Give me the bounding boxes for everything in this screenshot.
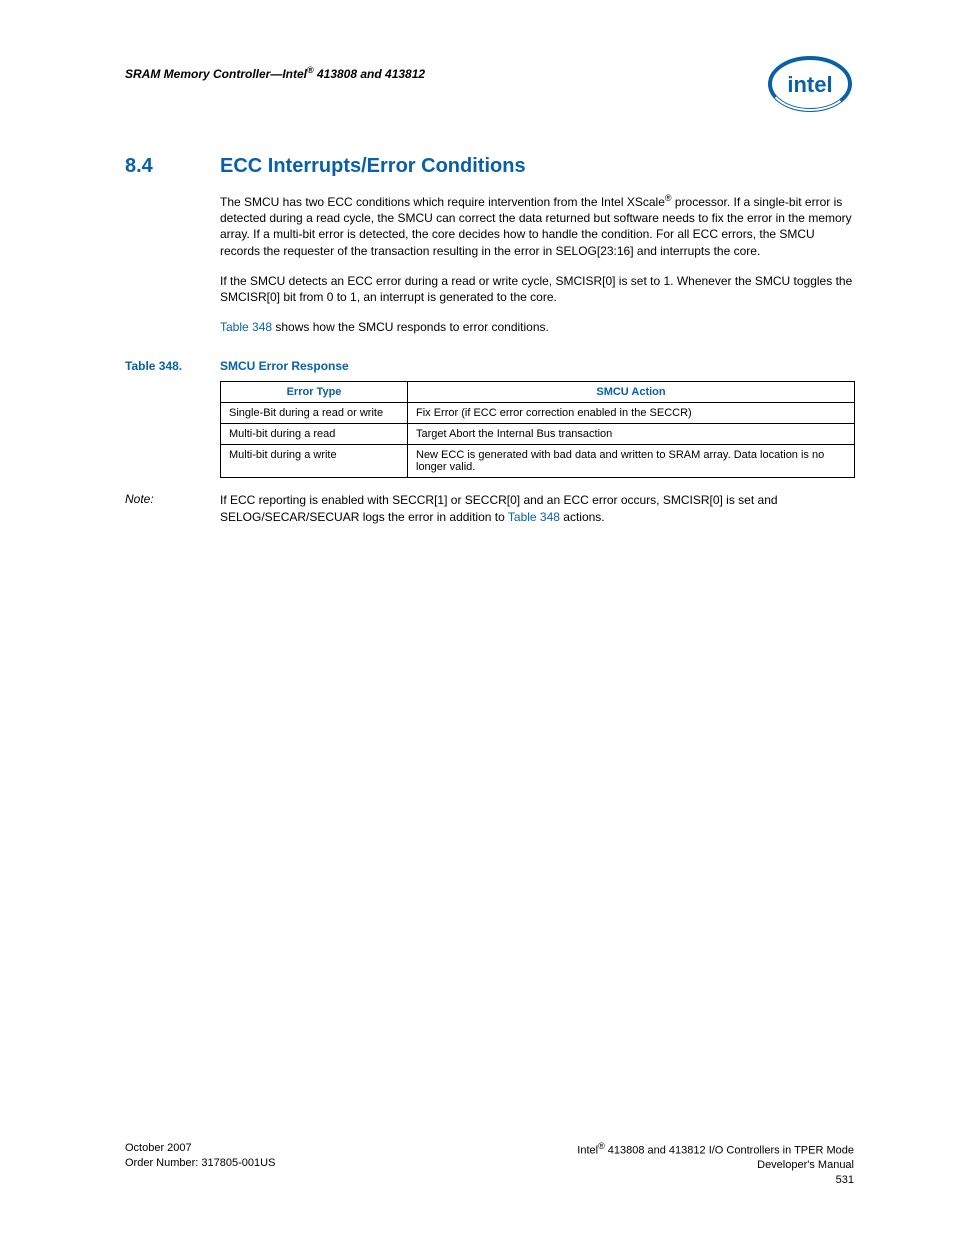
footer-manual-name: Developer's Manual [577,1158,854,1172]
note-body: If ECC reporting is enabled with SECCR[1… [220,492,854,524]
note-text-b: actions. [560,510,605,524]
table-row: Multi-bit during a write New ECC is gene… [221,445,855,478]
note-block: Note: If ECC reporting is enabled with S… [125,492,854,524]
cell-action: New ECC is generated with bad data and w… [408,445,855,478]
footer-doc-title: Intel® 413808 and 413812 I/O Controllers… [577,1141,854,1158]
registered-mark: ® [665,193,672,203]
footer-page-number: 531 [577,1173,854,1187]
header-text-prefix: SRAM Memory Controller—Intel [125,67,307,81]
note-text-a: If ECC reporting is enabled with SECCR[1… [220,493,778,523]
paragraph-3: Table 348 shows how the SMCU responds to… [220,319,854,335]
cell-action: Fix Error (if ECC error correction enabl… [408,403,855,424]
running-header: SRAM Memory Controller—Intel® 413808 and… [125,65,425,81]
cell-error-type: Single-Bit during a read or write [221,403,408,424]
table-caption: Table 348. SMCU Error Response [125,359,854,373]
table-header-row: Error Type SMCU Action [221,382,855,403]
cell-error-type: Multi-bit during a read [221,424,408,445]
footer-title-b: 413808 and 413812 I/O Controllers in TPE… [605,1145,854,1157]
note-label: Note: [125,492,220,506]
section-title: ECC Interrupts/Error Conditions [220,155,526,178]
footer-date: October 2007 [125,1141,275,1155]
footer-order-number: Order Number: 317805-001US [125,1156,275,1170]
table-row: Single-Bit during a read or write Fix Er… [221,403,855,424]
table-reference-link[interactable]: Table 348 [220,320,272,334]
paragraph-2: If the SMCU detects an ECC error during … [220,273,854,305]
page-footer: October 2007 Order Number: 317805-001US … [125,1141,854,1187]
section-number: 8.4 [125,155,220,178]
registered-mark: ® [598,1141,605,1151]
table-header-error-type: Error Type [221,382,408,403]
paragraph-1: The SMCU has two ECC conditions which re… [220,192,854,259]
section-heading: 8.4 ECC Interrupts/Error Conditions [125,155,854,178]
footer-left: October 2007 Order Number: 317805-001US [125,1141,275,1187]
footer-title-a: Intel [577,1145,598,1157]
svg-text:intel: intel [787,72,832,97]
page-header: SRAM Memory Controller—Intel® 413808 and… [125,55,854,113]
footer-right: Intel® 413808 and 413812 I/O Controllers… [577,1141,854,1187]
p1-text-a: The SMCU has two ECC conditions which re… [220,195,665,209]
table-header-smcu-action: SMCU Action [408,382,855,403]
intel-logo: intel [766,55,854,113]
smcu-error-response-table: Error Type SMCU Action Single-Bit during… [220,381,855,478]
table-reference-link[interactable]: Table 348 [508,510,560,524]
table-row: Multi-bit during a read Target Abort the… [221,424,855,445]
registered-mark: ® [307,65,314,75]
table-label: Table 348. [125,359,220,373]
cell-error-type: Multi-bit during a write [221,445,408,478]
cell-action: Target Abort the Internal Bus transactio… [408,424,855,445]
p3-rest: shows how the SMCU responds to error con… [272,320,549,334]
header-text-suffix: 413808 and 413812 [314,67,425,81]
table-title: SMCU Error Response [220,359,349,373]
